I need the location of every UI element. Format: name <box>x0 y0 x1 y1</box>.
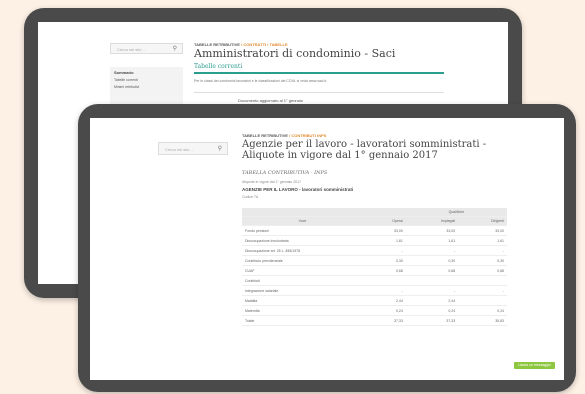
table-header-cell <box>242 208 363 217</box>
intro-text: Per le classi dei condomini lavoratori e… <box>194 79 328 83</box>
sidebar-heading: Sommario <box>114 70 134 75</box>
search-placeholder: Cerca nel sito ... <box>117 47 146 52</box>
table-row: Maternità 0,24 0,24 0,24 <box>242 305 507 316</box>
table-row: Integrazione salariale - - - <box>242 285 507 296</box>
col-header: Operai <box>363 216 406 226</box>
table-cell: Integrazione salariale <box>242 285 363 296</box>
table-cell: 35,83 <box>458 315 507 326</box>
search-placeholder: Cerca nel sito ... <box>165 147 194 152</box>
search-icon[interactable]: ⚲ <box>173 44 177 55</box>
table-cell: Malattia <box>242 295 363 306</box>
search-input[interactable]: Cerca nel sito ... ⚲ <box>158 142 228 155</box>
table-cell: 1,61 <box>458 235 507 246</box>
table-cell: 0,30 <box>458 255 507 266</box>
breadcrumb-item[interactable]: TABELLE RETRIBUTIVE <box>242 133 288 138</box>
table-row: Contributi <box>242 275 507 286</box>
subtitle: Tabelle correnti <box>194 63 243 70</box>
table-cell: 0,68 <box>363 265 406 276</box>
page-title-line: Agenzie per il lavoro - lavoratori sommi… <box>242 139 487 150</box>
page-title-line: Aliquote in vigore dal 1° gennaio 2017 <box>242 150 438 161</box>
table-row: CUAF 0,68 0,68 0,68 <box>242 265 507 276</box>
table-row: Contributo previdenziale 0,30 0,30 0,30 <box>242 255 507 266</box>
table-row: Malattia 2,44 2,44 <box>242 295 507 306</box>
page-title: Amministratori di condominio - Saci <box>194 47 396 60</box>
table-cell <box>458 295 507 306</box>
table-cell: Contributo previdenziale <box>242 255 363 266</box>
front-device-frame: Cerca nel sito ... ⚲ TABELLE RETRIBUTIVE… <box>78 104 576 392</box>
table-row: Disoccupazione involontaria 1,61 1,61 1,61 <box>242 235 507 246</box>
table-cell: 0,68 <box>405 265 459 276</box>
table-cell: Disoccupazione involontaria <box>242 235 363 246</box>
table-cell: 37,33 <box>363 315 406 326</box>
table-cell: - <box>363 245 406 256</box>
table-row: Disoccupazione art. 25 L. 845/1978- - - <box>242 245 507 256</box>
table-cell: - <box>405 285 459 296</box>
table-cell: 0,24 <box>405 305 459 316</box>
col-header: Voce <box>242 216 363 226</box>
search-input[interactable]: Cerca nel sito ... ⚲ <box>110 43 183 54</box>
table-cell: 2,44 <box>405 295 459 306</box>
table-cell <box>458 275 507 286</box>
table-cell: 37,33 <box>405 315 459 326</box>
table-cell: 1,61 <box>363 235 406 246</box>
table-cell: Disoccupazione art. 25 L. 845/1978 <box>242 245 363 256</box>
col-header: Dirigenti <box>458 216 507 226</box>
table-cell: 33,00 <box>405 225 459 236</box>
valid-from: Aliquote in vigore dal 1° gennaio 2017 <box>242 180 301 184</box>
front-screen: Cerca nel sito ... ⚲ TABELLE RETRIBUTIVE… <box>90 118 564 380</box>
search-icon[interactable]: ⚲ <box>218 143 222 156</box>
table-cell: 0,24 <box>363 305 406 316</box>
breadcrumb-item[interactable]: CONTRIBUTI INPS <box>291 133 326 138</box>
table-cell: - <box>405 245 459 256</box>
sidebar-item[interactable]: Tabelle correnti <box>114 78 183 82</box>
code-label: Codice 7A <box>242 195 259 199</box>
table-body: Fondo pensioni 33,00 33,00 33,00 Disoccupazi… <box>242 225 507 326</box>
table-cell: Totale <box>242 315 363 326</box>
breadcrumb: TABELLE RETRIBUTIVE / CONTRIBUTI INPS <box>242 133 326 138</box>
divider <box>194 72 444 74</box>
table-cell: - <box>363 285 406 296</box>
table-cell <box>363 275 406 286</box>
table-cell: 0,30 <box>363 255 406 266</box>
table-cell: Contributi <box>242 275 363 286</box>
table-heading: AGENZIE PER IL LAVORO - lavoratori sommi… <box>242 187 354 192</box>
table-cell: - <box>458 245 507 256</box>
table-cell: 1,61 <box>405 235 459 246</box>
table-cell: CUAF <box>242 265 363 276</box>
table-cell: 0,68 <box>458 265 507 276</box>
table-cell <box>405 275 459 286</box>
table-cell: Maternità <box>242 305 363 316</box>
contribution-table: Qualifiche Voce Operai Impiegati Dirigen… <box>242 208 507 326</box>
table-cell: 33,00 <box>363 225 406 236</box>
table-row: Totale 37,33 37,33 35,83 <box>242 315 507 326</box>
sidebar-item[interactable]: Minimi retributivi <box>114 85 183 89</box>
doc-line: Documento aggiornato al 1° gennaio <box>238 98 303 103</box>
chat-button[interactable]: Lascia un messaggio <box>514 362 555 369</box>
table-cell: - <box>458 285 507 296</box>
col-header: Impiegati <box>405 216 459 226</box>
group-header: Qualifiche <box>405 208 507 217</box>
page-title: Agenzie per il lavoro - lavoratori sommi… <box>242 139 486 161</box>
divider <box>194 92 444 93</box>
table-cell: Fondo pensioni <box>242 225 363 236</box>
table-cell: 2,44 <box>363 295 406 306</box>
table-cell: 0,30 <box>405 255 459 266</box>
table-cell: 33,00 <box>458 225 507 236</box>
section-label: TABELLA CONTRIBUTIVA - INPS <box>242 170 328 176</box>
table-row: Fondo pensioni 33,00 33,00 33,00 <box>242 225 507 236</box>
table-cell: 0,24 <box>458 305 507 316</box>
table-header-cell <box>363 208 406 217</box>
